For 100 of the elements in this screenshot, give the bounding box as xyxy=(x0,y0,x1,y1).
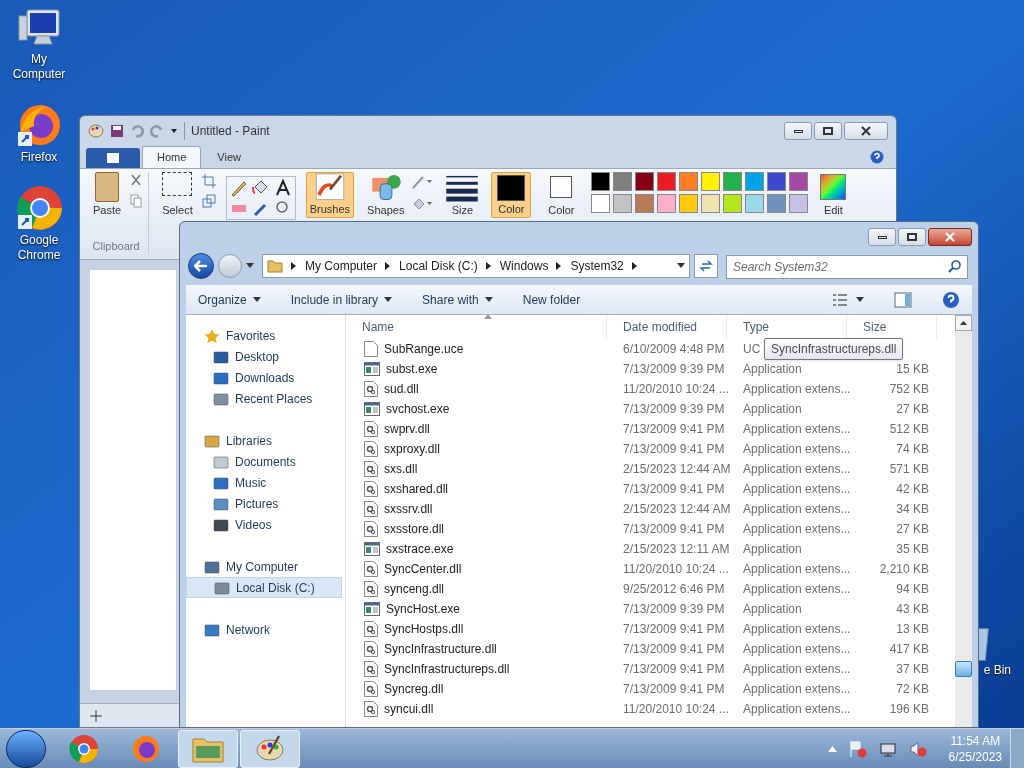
nav-item[interactable]: Downloads xyxy=(186,367,345,388)
palette-swatch[interactable] xyxy=(657,172,677,191)
address-bar[interactable]: My Computer Local Disk (C:) Windows System32 xyxy=(262,254,690,278)
color-slot[interactable]: Color xyxy=(541,172,582,218)
edit-colors-button[interactable]: Edit xyxy=(818,172,849,218)
palette-swatch[interactable] xyxy=(613,194,633,213)
palette-swatch[interactable] xyxy=(701,172,721,191)
file-name[interactable]: SyncCenter.dll xyxy=(384,560,462,578)
toolbar-button[interactable]: Include in library xyxy=(290,290,393,309)
scrollbar[interactable] xyxy=(955,315,972,727)
maximize-button[interactable] xyxy=(814,122,842,140)
resize-icon[interactable] xyxy=(201,194,216,208)
file-name[interactable]: sxssrv.dll xyxy=(384,500,433,518)
palette-swatch[interactable] xyxy=(679,172,699,191)
nav-item[interactable]: Network xyxy=(186,619,345,640)
nav-item[interactable]: Desktop xyxy=(186,346,345,367)
back-button[interactable] xyxy=(188,253,214,279)
ribbon-tool[interactable]: Shapes xyxy=(364,172,408,218)
color-slot[interactable]: Color xyxy=(491,172,532,218)
nav-item[interactable]: Music xyxy=(186,472,345,493)
crop-icon[interactable] xyxy=(201,174,216,188)
palette-swatch[interactable] xyxy=(701,194,721,213)
column-header[interactable]: Name xyxy=(346,315,607,339)
file-name[interactable]: sxsstore.dll xyxy=(384,520,445,538)
nav-item[interactable]: Videos xyxy=(186,514,345,535)
minimize-button[interactable] xyxy=(868,228,896,246)
undo-icon[interactable] xyxy=(130,124,144,138)
file-name[interactable]: sxs.dll xyxy=(384,460,418,478)
file-name[interactable]: swprv.dll xyxy=(384,420,430,438)
breadcrumb[interactable]: My Computer xyxy=(305,257,378,275)
ribbon-tab[interactable]: Home xyxy=(142,146,202,168)
ribbon-tool[interactable]: Size xyxy=(443,172,482,218)
copy-icon[interactable] xyxy=(130,194,143,208)
palette-swatch[interactable] xyxy=(679,194,699,213)
palette-swatch[interactable] xyxy=(635,194,655,213)
desktop-icon-label[interactable]: Google Chrome xyxy=(4,233,74,263)
palette-swatch[interactable] xyxy=(613,172,633,191)
help-icon[interactable] xyxy=(942,290,960,309)
palette-swatch[interactable] xyxy=(745,172,765,191)
help-icon[interactable] xyxy=(870,150,884,164)
close-button[interactable] xyxy=(844,122,888,140)
flag-error-icon[interactable] xyxy=(848,739,867,758)
ribbon-tool[interactable]: Select xyxy=(159,172,196,218)
taskbar-button[interactable] xyxy=(240,729,300,768)
show-hidden-icons-icon[interactable] xyxy=(827,745,837,752)
dropdown-icon[interactable] xyxy=(170,127,178,135)
close-button[interactable] xyxy=(928,228,972,246)
nav-item[interactable]: Pictures xyxy=(186,493,345,514)
ribbon-tool[interactable]: Brushes xyxy=(305,172,355,218)
palette-swatch[interactable] xyxy=(745,194,765,213)
file-name[interactable]: syncui.dll xyxy=(384,700,434,718)
palette-swatch[interactable] xyxy=(635,172,655,191)
nav-item[interactable]: Libraries xyxy=(186,430,345,451)
palette-swatch[interactable] xyxy=(767,194,787,213)
desktop-icon-label[interactable]: My Computer xyxy=(4,52,74,82)
breadcrumb[interactable]: System32 xyxy=(570,257,624,275)
file-name[interactable]: sud.dll xyxy=(384,380,419,398)
file-name[interactable]: subst.exe xyxy=(386,360,438,378)
file-name[interactable]: SyncHost.exe xyxy=(386,600,461,618)
file-name[interactable]: sxshared.dll xyxy=(384,480,449,498)
palette-swatch[interactable] xyxy=(767,172,787,191)
maximize-button[interactable] xyxy=(898,228,926,246)
minimize-button[interactable] xyxy=(784,122,812,140)
search-field[interactable]: Search System32 xyxy=(726,255,968,279)
file-name[interactable]: sxproxy.dll xyxy=(384,440,440,458)
refresh-button[interactable] xyxy=(694,254,718,278)
fill-icon[interactable] xyxy=(411,196,434,212)
nav-item[interactable]: My Computer xyxy=(186,556,345,577)
desktop-icon-label[interactable]: Firefox xyxy=(4,150,74,165)
palette-swatch[interactable] xyxy=(789,194,809,213)
file-name[interactable]: svchost.exe xyxy=(386,400,450,418)
nav-item[interactable]: Favorites xyxy=(186,325,345,346)
file-name[interactable]: synceng.dll xyxy=(384,580,445,598)
nav-item[interactable]: Documents xyxy=(186,451,345,472)
file-name[interactable]: SyncHostps.dll xyxy=(384,620,464,638)
ribbon-tab[interactable]: View xyxy=(203,146,255,168)
preview-pane-icon[interactable] xyxy=(894,291,912,308)
desktop-icon-label[interactable]: e Bin xyxy=(983,661,1011,679)
palette-swatch[interactable] xyxy=(591,172,611,191)
file-name[interactable]: SyncInfrastructureps.dll xyxy=(384,660,510,678)
taskbar-button[interactable] xyxy=(178,729,238,768)
file-name[interactable]: SubRange.uce xyxy=(384,340,464,358)
toolbar-button[interactable]: Organize xyxy=(198,290,261,309)
cut-icon[interactable] xyxy=(130,174,143,188)
column-header[interactable]: Date modified xyxy=(607,315,727,339)
file-name[interactable]: sxstrace.exe xyxy=(386,540,454,558)
palette-swatch[interactable] xyxy=(789,172,809,191)
save-icon[interactable] xyxy=(110,124,124,138)
nav-item[interactable]: Local Disk (C:) xyxy=(186,577,342,598)
ribbon-tool[interactable]: Paste xyxy=(90,172,125,218)
view-options-button[interactable] xyxy=(832,292,864,307)
nav-item[interactable]: Recent Places xyxy=(186,388,345,409)
scroll-up-icon[interactable] xyxy=(955,315,972,331)
redo-icon[interactable] xyxy=(150,124,164,138)
palette-swatch[interactable] xyxy=(591,194,611,213)
palette-swatch[interactable] xyxy=(723,172,743,191)
palette-swatch[interactable] xyxy=(723,194,743,213)
scroll-thumb[interactable] xyxy=(955,661,972,677)
file-name[interactable]: SyncInfrastructure.dll xyxy=(384,640,497,658)
file-name[interactable]: Syncreg.dll xyxy=(384,680,444,698)
